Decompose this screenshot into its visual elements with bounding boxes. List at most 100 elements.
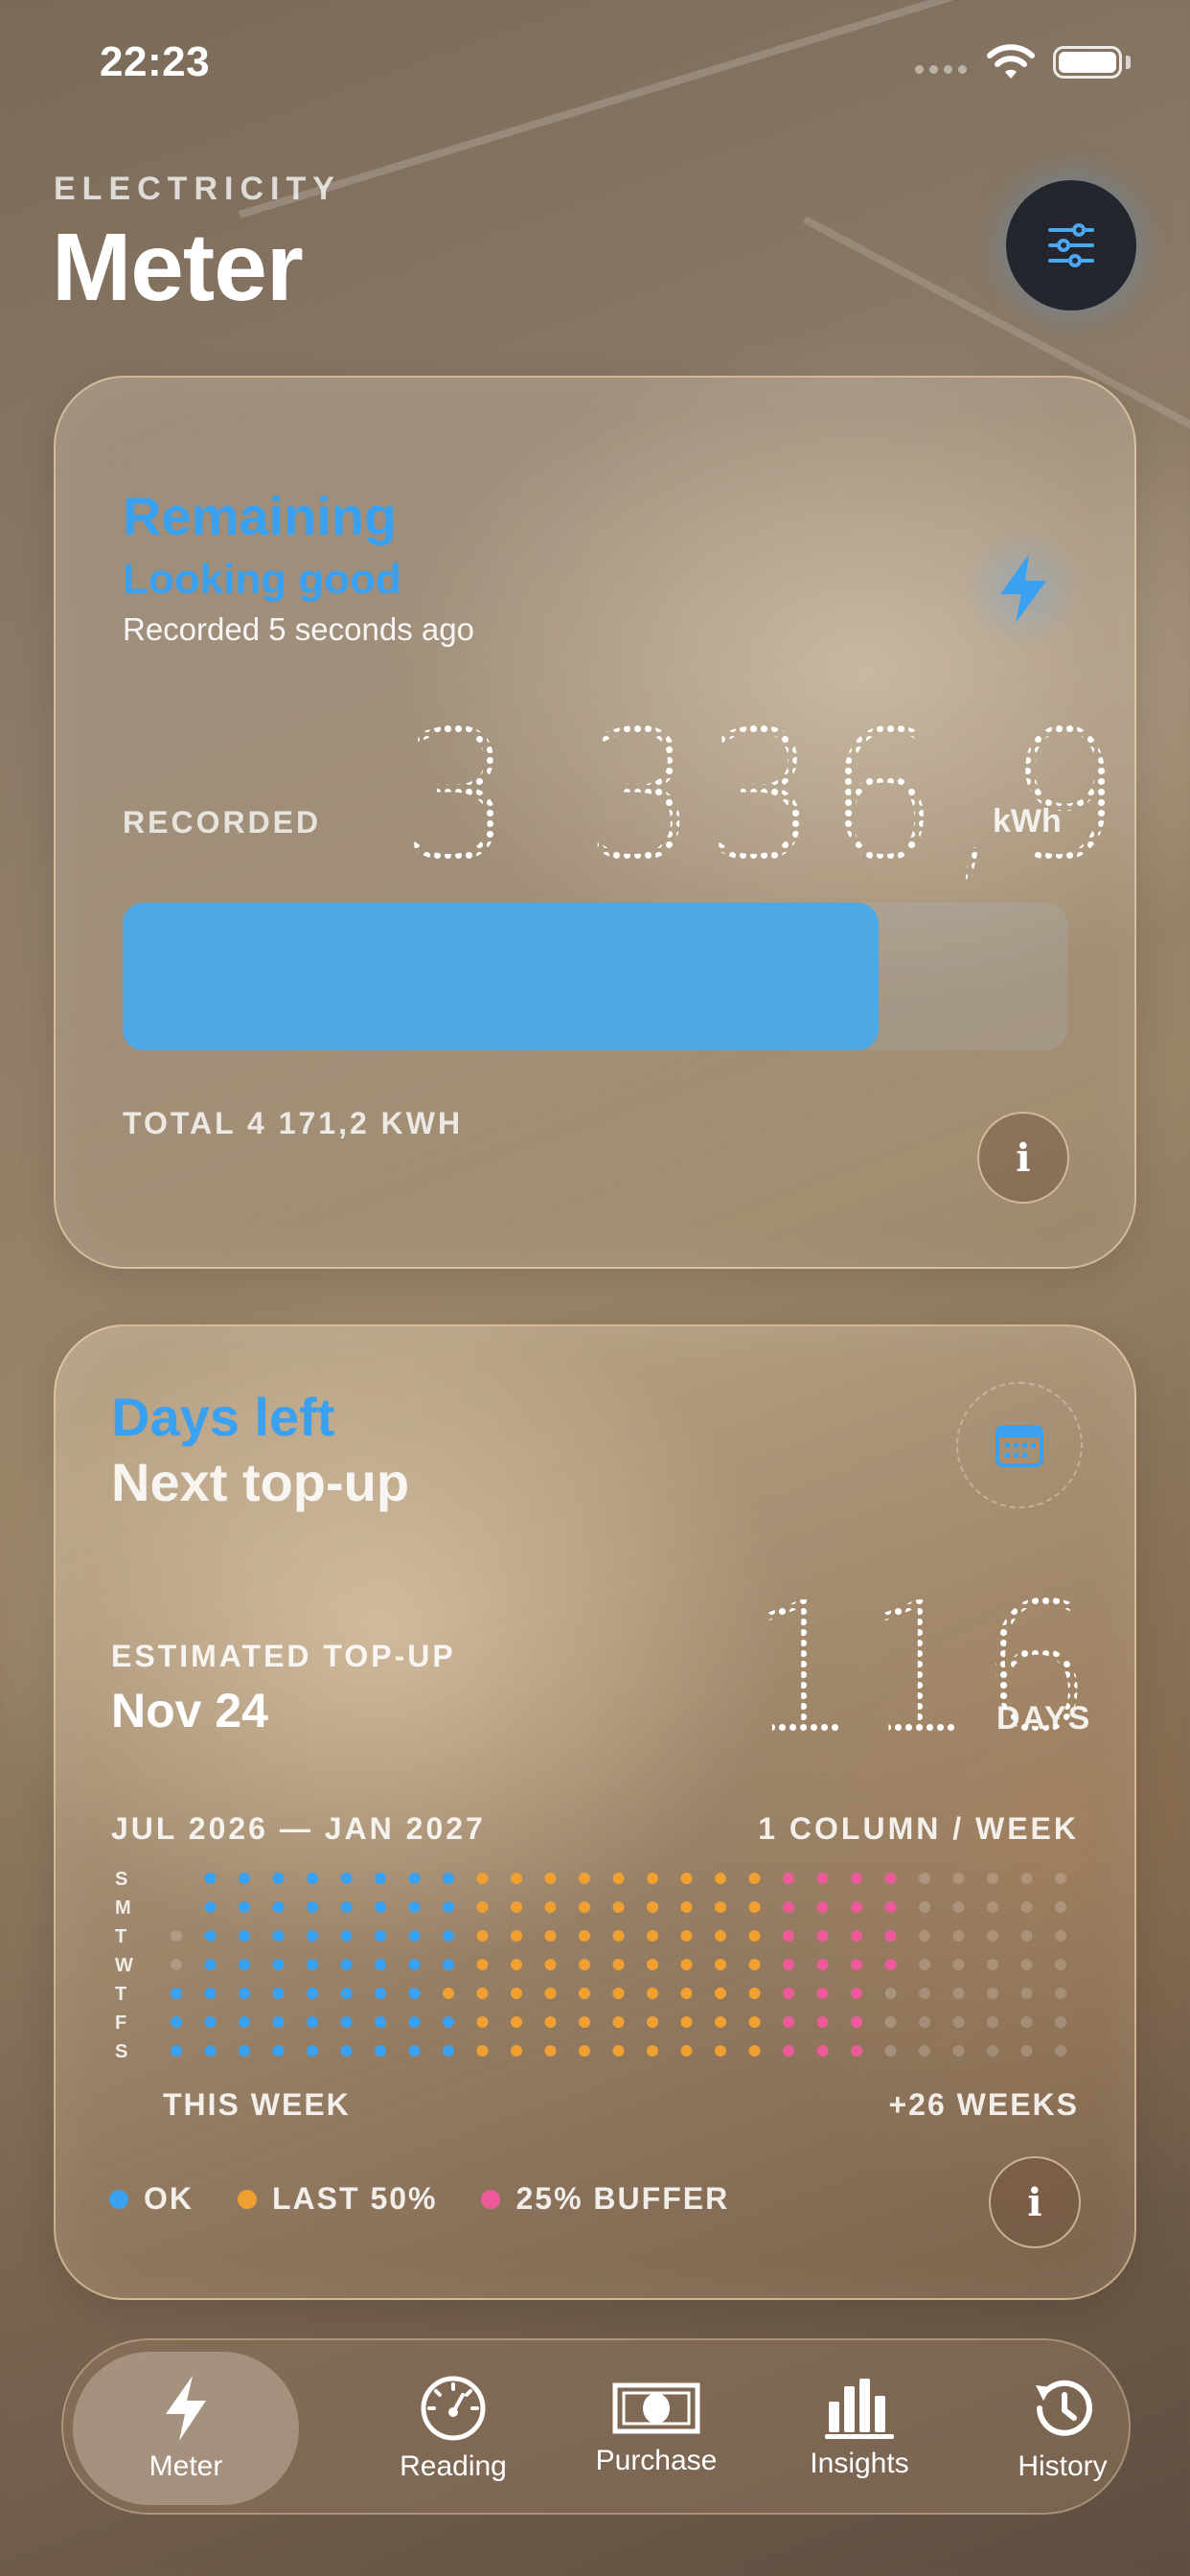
total-kwh: TOTAL 4 171,2 KWH	[123, 1106, 464, 1140]
tab-label: Meter	[149, 2450, 223, 2482]
week-day-dot	[171, 2016, 182, 2028]
week-day-dot	[375, 1873, 386, 1884]
week-day-dot	[544, 1901, 557, 1913]
week-day-dot	[171, 1930, 182, 1942]
week-day-dot	[748, 1959, 761, 1970]
week-day-dot	[783, 2045, 794, 2057]
clock-history-icon	[1036, 2380, 1092, 2436]
week-day-dot	[579, 2045, 590, 2057]
week-day-dot	[340, 2045, 353, 2057]
week-day-dot	[987, 2016, 998, 2028]
tab-meter[interactable]: Meter	[73, 2352, 299, 2505]
week-day-dot	[476, 1901, 489, 1913]
week-day-dot	[307, 2045, 318, 2057]
legend-item-buffer: 25% BUFFER	[481, 2181, 729, 2217]
week-day-dot	[612, 1959, 625, 1970]
week-day-dot	[952, 1930, 965, 1942]
week-day-dot	[851, 2016, 862, 2028]
week-day-dot	[340, 1959, 353, 1970]
week-day-dot	[204, 1901, 217, 1913]
week-day-dot	[647, 1873, 658, 1884]
tab-label: Insights	[810, 2448, 909, 2479]
week-day-dot	[340, 2016, 353, 2028]
card-subtitle: Looking good	[123, 556, 401, 603]
tab-insights[interactable]: Insights	[753, 2340, 966, 2517]
legend-label: LAST 50%	[272, 2181, 438, 2216]
week-day-dot	[884, 1988, 897, 1999]
weeks-ahead-label: +26 WEEKS	[888, 2087, 1079, 2122]
week-day-dot	[204, 1873, 217, 1884]
week-day-dot	[647, 2045, 658, 2057]
week-day-dot	[715, 1873, 726, 1884]
week-day-dot	[408, 1930, 421, 1942]
week-day-dot	[1020, 1901, 1033, 1913]
bar-chart-icon	[825, 2379, 894, 2439]
remaining-card: Remaining Looking good Recorded 5 second…	[54, 376, 1136, 1269]
week-day-dot	[748, 2016, 761, 2028]
week-day-dot	[715, 2016, 726, 2028]
gauge-icon	[421, 2376, 486, 2441]
week-day-dot	[340, 1901, 353, 1913]
week-day-dot	[647, 1988, 658, 1999]
week-day-dot	[375, 2016, 386, 2028]
meter-info-button[interactable]: i	[977, 1112, 1069, 1204]
week-day-dot	[748, 1930, 761, 1942]
week-day-dot	[272, 1930, 285, 1942]
week-day-dot	[408, 1873, 421, 1884]
week-day-dot	[987, 1901, 998, 1913]
banknote-icon	[612, 2382, 700, 2434]
week-day-dot	[204, 1959, 217, 1970]
week-day-dot	[204, 2045, 217, 2057]
week-day-dot	[748, 2045, 761, 2057]
battery-icon	[1053, 46, 1122, 79]
week-day-dot	[239, 1873, 250, 1884]
week-day-dot	[443, 2016, 454, 2028]
week-day-dot	[1020, 1959, 1033, 1970]
week-day-dot	[612, 1873, 625, 1884]
tab-reading[interactable]: Reading	[347, 2340, 560, 2517]
week-day-dot	[307, 1873, 318, 1884]
page-title: Meter	[52, 214, 304, 321]
week-day-dot	[680, 2016, 693, 2028]
week-day-dot	[511, 1988, 522, 1999]
week-day-dot	[1055, 1930, 1066, 1942]
week-day-dot	[476, 1873, 489, 1884]
week-day-dot	[375, 1930, 386, 1942]
week-day-dot	[851, 1901, 862, 1913]
legend-label: OK	[144, 2181, 194, 2216]
week-day-dot	[408, 2016, 421, 2028]
week-day-dot	[816, 1988, 829, 1999]
week-day-dot	[307, 1930, 318, 1942]
week-day-dot	[715, 1901, 726, 1913]
week-day-dot	[579, 1959, 590, 1970]
week-day-dot	[612, 1901, 625, 1913]
weeks-dot-grid	[171, 1873, 1066, 2057]
week-day-dot	[987, 2045, 998, 2057]
tab-purchase[interactable]: Purchase	[550, 2340, 763, 2517]
week-day-dot	[680, 1930, 693, 1942]
week-day-dot	[272, 1873, 285, 1884]
week-day-dot	[851, 1959, 862, 1970]
week-day-dot	[919, 1873, 930, 1884]
week-day-dot	[1055, 1873, 1066, 1884]
week-day-dot	[748, 1901, 761, 1913]
tab-history[interactable]: History	[956, 2340, 1169, 2517]
week-day-dot	[476, 2016, 489, 2028]
week-day-dot	[987, 1959, 998, 1970]
days-info-button[interactable]: i	[989, 2156, 1081, 2248]
week-day-dot	[340, 1988, 353, 1999]
week-day-dot	[783, 2016, 794, 2028]
week-day-dot	[239, 1988, 250, 1999]
week-day-dot	[680, 2045, 693, 2057]
week-day-dot	[1055, 2045, 1066, 2057]
week-day-dot	[1020, 2016, 1033, 2028]
week-day-dot	[239, 2045, 250, 2057]
week-day-dot	[443, 1988, 454, 1999]
tab-label: Reading	[400, 2450, 507, 2482]
week-day-dot	[952, 1873, 965, 1884]
week-day-dot	[579, 1988, 590, 1999]
week-day-dot	[748, 1988, 761, 1999]
settings-button[interactable]	[1006, 180, 1136, 310]
week-day-dot	[1020, 2045, 1033, 2057]
week-day-dot	[884, 1930, 897, 1942]
